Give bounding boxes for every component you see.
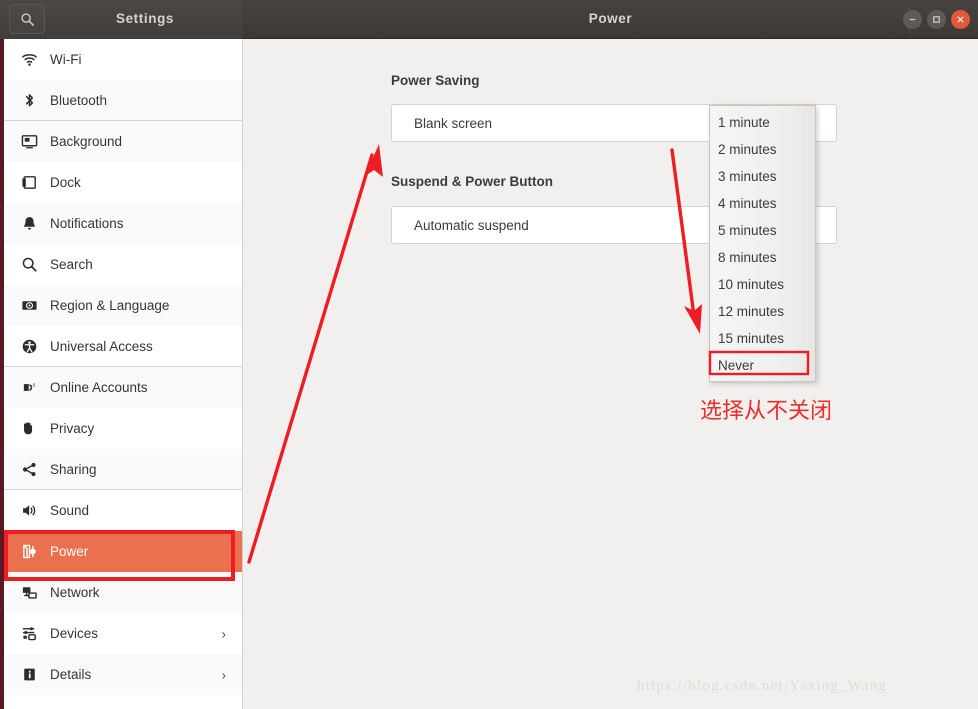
- sidebar-item-label: Network: [50, 585, 100, 600]
- sidebar-item-dock[interactable]: Dock: [4, 162, 242, 203]
- search-icon: [16, 256, 42, 273]
- settings-title: Settings: [115, 11, 175, 26]
- sidebar-item-label: Online Accounts: [50, 380, 148, 395]
- dock-icon: [16, 174, 42, 191]
- automatic-suspend-label: Automatic suspend: [414, 217, 529, 233]
- close-button[interactable]: [951, 10, 970, 29]
- page-title: Power: [588, 11, 633, 26]
- dropdown-option[interactable]: 12 minutes: [710, 298, 815, 325]
- sidebar-item-label: Power: [50, 544, 89, 559]
- settings-sidebar: Wi-Fi Bluetooth Background Dock Notifica…: [4, 39, 243, 709]
- suspend-power-button-heading: Suspend & Power Button: [391, 174, 553, 189]
- annotation-note-text: 选择从不关闭: [700, 399, 833, 424]
- sidebar-item-label: Sound: [50, 503, 90, 518]
- sidebar-item-search[interactable]: Search: [4, 244, 242, 285]
- dropdown-option[interactable]: 5 minutes: [710, 217, 815, 244]
- svg-text:s: s: [32, 383, 35, 389]
- dropdown-option[interactable]: 3 minutes: [710, 163, 815, 190]
- universal-access-icon: [16, 338, 42, 355]
- dropdown-option[interactable]: 2 minutes: [710, 136, 815, 163]
- chevron-right-icon: ›: [221, 626, 226, 641]
- online-accounts-icon: s: [16, 379, 42, 396]
- dropdown-option[interactable]: 10 minutes: [710, 271, 815, 298]
- power-plug-icon: [16, 543, 42, 560]
- chevron-right-icon: ›: [221, 667, 226, 682]
- sidebar-item-power[interactable]: Power: [4, 531, 242, 572]
- maximize-icon: [933, 16, 940, 23]
- sidebar-item-bluetooth[interactable]: Bluetooth: [4, 80, 242, 121]
- wifi-icon: [16, 51, 42, 68]
- settings-power-window: Settings Power Wi-Fi Bluetooth Backgroun…: [0, 0, 978, 709]
- sidebar-item-notifications[interactable]: Notifications: [4, 203, 242, 244]
- sidebar-item-sound[interactable]: Sound: [4, 490, 242, 531]
- window-titlebar: Settings Power: [0, 0, 978, 39]
- sidebar-item-label: Devices: [50, 626, 99, 641]
- minimize-button[interactable]: [903, 10, 922, 29]
- privacy-hand-icon: [16, 420, 42, 437]
- sidebar-item-label: Background: [50, 134, 123, 149]
- sidebar-item-devices[interactable]: Devices ›: [4, 613, 242, 654]
- background-icon: [16, 133, 42, 150]
- sidebar-item-label: Details: [50, 667, 92, 682]
- sidebar-item-label: Dock: [50, 175, 81, 190]
- watermark: https://blog.csdn.net/Yaxing_Wang: [637, 678, 888, 694]
- power-settings-content: Power Saving Blank screen Suspend & Powe…: [244, 39, 978, 709]
- sidebar-item-online-accounts[interactable]: s Online Accounts: [4, 367, 242, 408]
- dropdown-option[interactable]: 8 minutes: [710, 244, 815, 271]
- sidebar-item-region-language[interactable]: Region & Language: [4, 285, 242, 326]
- details-info-icon: [16, 666, 42, 683]
- dropdown-option[interactable]: 15 minutes: [710, 325, 815, 352]
- sidebar-item-label: Universal Access: [50, 338, 153, 354]
- sidebar-item-label: Region & Language: [50, 298, 170, 313]
- maximize-button[interactable]: [927, 10, 946, 29]
- close-icon: [957, 16, 964, 23]
- network-icon: [16, 584, 42, 601]
- sidebar-item-label: Notifications: [50, 216, 124, 231]
- power-saving-heading: Power Saving: [391, 73, 480, 88]
- minimize-icon: [909, 18, 916, 21]
- sidebar-item-sharing[interactable]: Sharing: [4, 449, 242, 490]
- devices-icon: [16, 625, 42, 642]
- blank-screen-label: Blank screen: [414, 115, 493, 131]
- sidebar-item-label: Search: [50, 257, 93, 272]
- dropdown-option-never[interactable]: Never: [710, 352, 815, 379]
- sidebar-item-details[interactable]: Details ›: [4, 654, 242, 695]
- sidebar-item-network[interactable]: Network: [4, 572, 242, 613]
- sidebar-item-privacy[interactable]: Privacy: [4, 408, 242, 449]
- search-button[interactable]: [9, 4, 45, 34]
- window-controls: [903, 10, 970, 29]
- blank-screen-dropdown-menu[interactable]: 1 minute 2 minutes 3 minutes 4 minutes 5…: [709, 105, 816, 382]
- sidebar-item-label: Privacy: [50, 421, 95, 436]
- bluetooth-icon: [16, 92, 42, 109]
- region-language-icon: [16, 297, 42, 314]
- sidebar-item-background[interactable]: Background: [4, 121, 242, 162]
- sidebar-item-universal-access[interactable]: Universal Access: [4, 326, 242, 367]
- sidebar-item-wifi[interactable]: Wi-Fi: [4, 39, 242, 80]
- sidebar-item-label: Wi-Fi: [50, 52, 82, 67]
- sidebar-item-label: Sharing: [50, 461, 97, 477]
- search-icon: [20, 12, 35, 27]
- sidebar-item-label: Bluetooth: [50, 92, 108, 108]
- sound-speaker-icon: [16, 502, 42, 519]
- dropdown-option[interactable]: 1 minute: [710, 109, 815, 136]
- dropdown-option[interactable]: 4 minutes: [710, 190, 815, 217]
- bell-icon: [16, 215, 42, 232]
- sharing-icon: [16, 461, 42, 478]
